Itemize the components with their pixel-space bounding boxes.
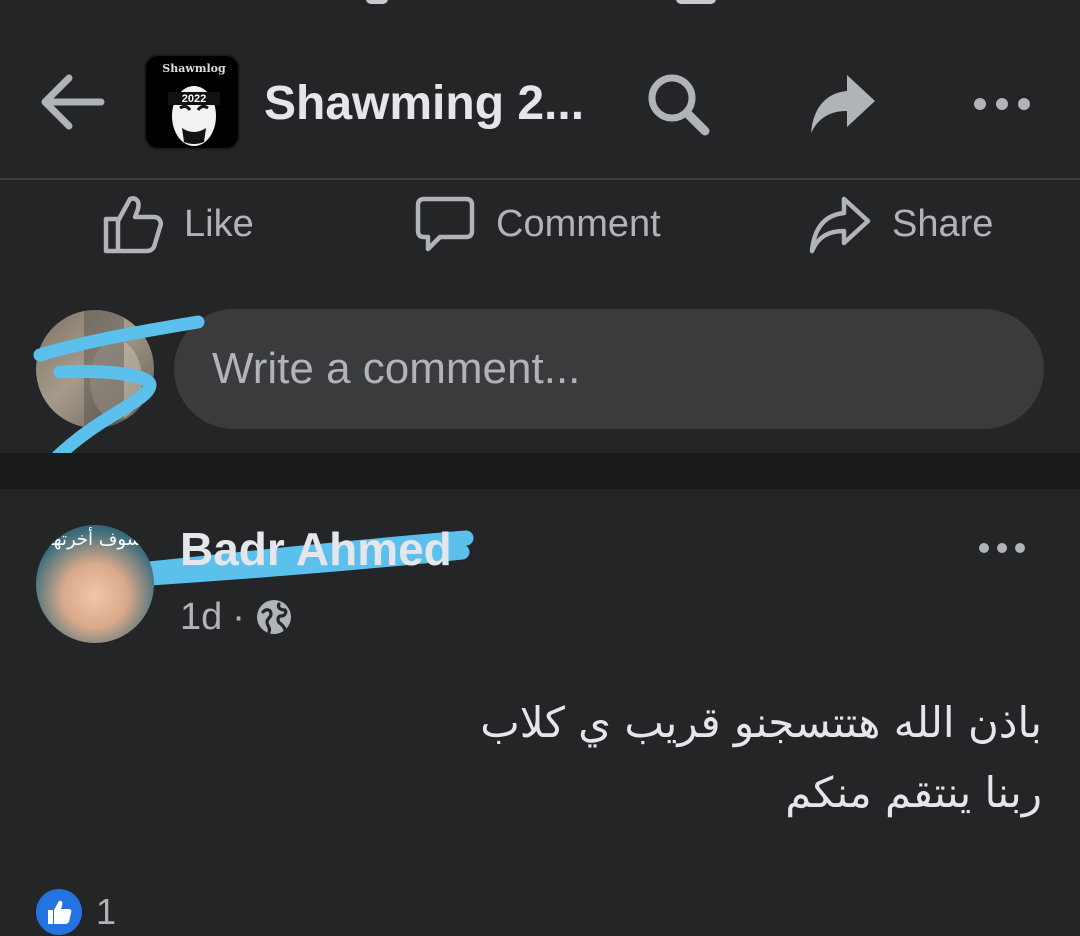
user-avatar[interactable] xyxy=(36,310,154,428)
comment-line: باذن الله هتتسجنو قريب ي كلاب xyxy=(480,698,1042,747)
search-button[interactable] xyxy=(642,68,714,140)
comment-text: باذن الله هتتسجنو قريب ي كلاب ربنا ينتقم… xyxy=(342,688,1042,828)
search-icon xyxy=(648,74,710,136)
meta-separator: · xyxy=(232,595,245,638)
avatar-badge-text: 2022 xyxy=(181,93,207,105)
reaction-summary[interactable]: 1 xyxy=(36,888,116,936)
comment-button[interactable]: Comment xyxy=(414,188,661,260)
globe-icon xyxy=(256,600,291,634)
share-label: Share xyxy=(892,202,994,245)
share-outline-icon xyxy=(809,196,871,254)
comment-line: ربنا ينتقم منكم xyxy=(785,768,1042,817)
avatar-caption: سوف أخرتها xyxy=(48,529,142,550)
back-button[interactable] xyxy=(36,70,108,134)
thumbs-up-icon xyxy=(103,196,163,254)
more-options-button[interactable] xyxy=(966,68,1038,140)
like-button[interactable]: Like xyxy=(102,188,254,260)
like-label: Like xyxy=(184,202,254,245)
status-bar xyxy=(0,0,1080,10)
section-separator xyxy=(0,453,1080,489)
more-dots-icon xyxy=(979,543,1025,553)
comment-meta: 1d · xyxy=(180,592,293,642)
comment-label: Comment xyxy=(496,202,661,245)
avatar-photo-icon xyxy=(84,310,142,428)
back-arrow-icon xyxy=(41,74,105,130)
comment-input[interactable] xyxy=(174,309,1044,429)
share-button[interactable]: Share xyxy=(808,188,993,260)
share-header-button[interactable] xyxy=(806,68,878,140)
status-icon xyxy=(676,0,716,4)
share-arrow-icon xyxy=(811,75,875,133)
comment-time[interactable]: 1d xyxy=(180,596,222,639)
page-avatar[interactable]: Shawmlog 2022 xyxy=(144,54,240,150)
thumbs-up-icon xyxy=(48,900,72,924)
status-icon xyxy=(366,0,388,4)
post-action-bar: Like Comment Share xyxy=(0,180,1080,264)
reaction-count: 1 xyxy=(96,891,117,932)
commenter-avatar[interactable]: سوف أخرتها xyxy=(36,525,154,643)
comment-bubble-icon xyxy=(415,196,475,252)
top-app-bar: Shawmlog 2022 Shawming 2... xyxy=(0,40,1080,164)
page-title[interactable]: Shawming 2... xyxy=(264,74,604,134)
more-dots-icon xyxy=(974,98,1030,110)
comment-more-button[interactable] xyxy=(966,520,1038,576)
commenter-name[interactable]: Badr Ahmed xyxy=(180,522,452,576)
like-reaction-icon xyxy=(36,889,82,935)
